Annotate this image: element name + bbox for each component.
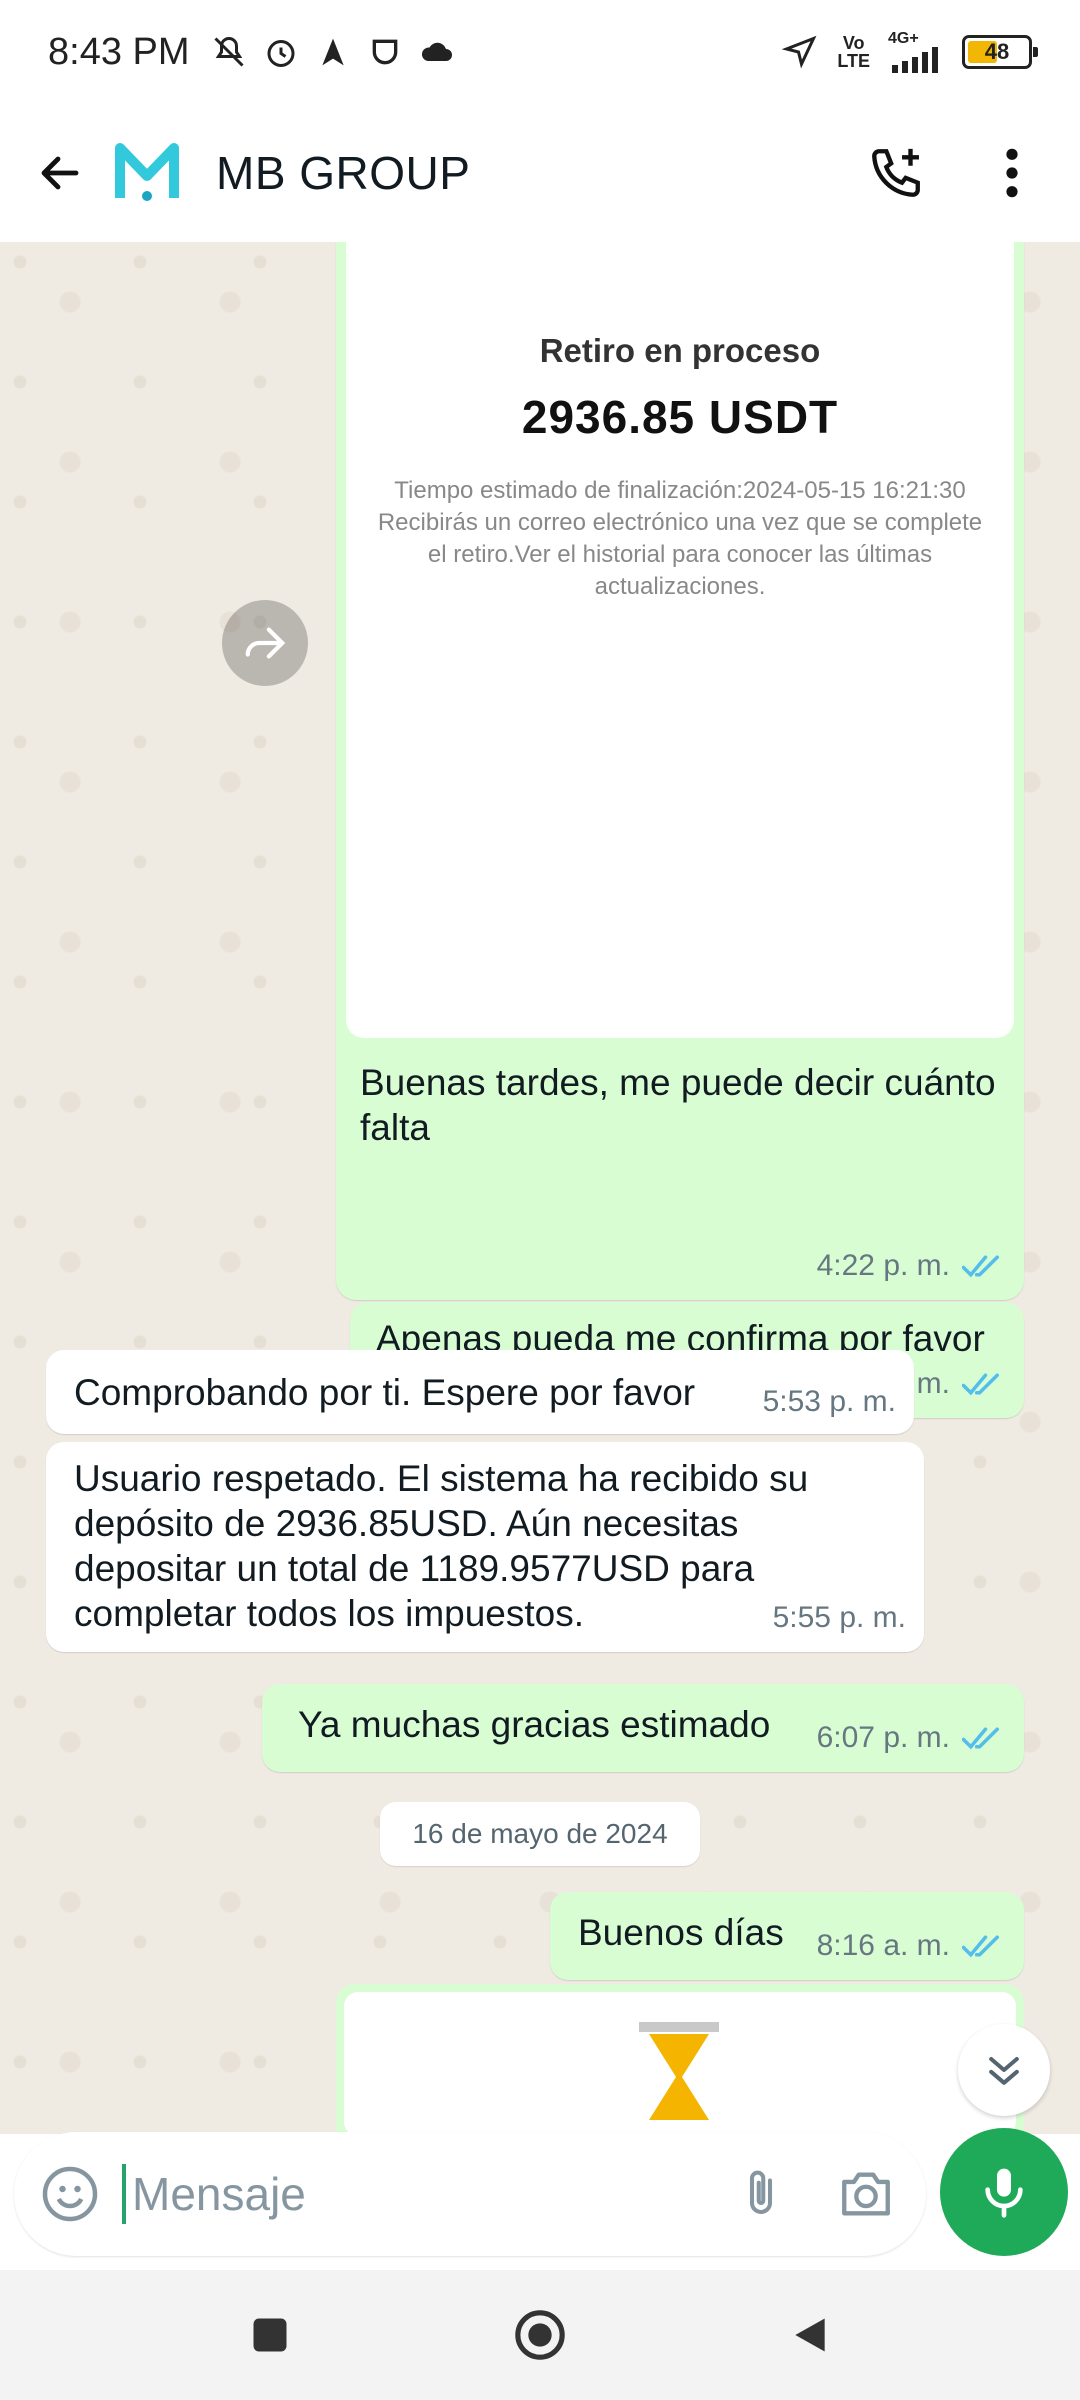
contact-name[interactable]: MB GROUP bbox=[216, 146, 470, 200]
date-separator: 16 de mayo de 2024 bbox=[380, 1802, 700, 1866]
signal-icon bbox=[892, 47, 938, 73]
system-nav-bar bbox=[0, 2270, 1080, 2400]
more-vertical-icon bbox=[1006, 148, 1018, 198]
microphone-icon bbox=[985, 2168, 1023, 2218]
message-bubble[interactable]: Usuario respetado. El sistema ha recibid… bbox=[46, 1442, 924, 1652]
message-bubble[interactable]: Comprobando por ti. Espere por favor 5:5… bbox=[46, 1350, 914, 1434]
message-bubble[interactable]: Buenos días 8:16 a. m. bbox=[550, 1892, 1024, 1980]
status-bar: 8:43 PM Vo LTE 4G+ 48 bbox=[0, 0, 1080, 104]
message-time: 5:53 p. m. bbox=[762, 1385, 896, 1418]
back-button[interactable] bbox=[20, 133, 100, 213]
recents-button[interactable] bbox=[235, 2300, 305, 2370]
phone-plus-icon bbox=[872, 148, 920, 197]
voice-message-button[interactable] bbox=[940, 2128, 1068, 2256]
status-left: 8:43 PM bbox=[48, 31, 456, 74]
chat-header: MB GROUP bbox=[0, 104, 1080, 242]
volte-bottom: LTE bbox=[837, 51, 870, 71]
message-composer bbox=[14, 2132, 926, 2256]
camera-button[interactable] bbox=[832, 2156, 900, 2232]
loading-image-message[interactable] bbox=[336, 1984, 1024, 2134]
arrow-left-icon bbox=[41, 156, 79, 190]
withdrawal-screenshot[interactable]: Retiro en proceso 2936.85 USDT Tiempo es… bbox=[346, 242, 1014, 1038]
paperclip-icon bbox=[750, 2170, 773, 2215]
message-meta: 8:16 a. m. bbox=[817, 1923, 1006, 1968]
message-text: Comprobando por ti. Espere por favor bbox=[74, 1372, 696, 1413]
signal-group: 4G+ bbox=[888, 31, 944, 73]
double-chevron-down-icon bbox=[989, 2056, 1019, 2085]
message-time: 8:16 a. m. bbox=[816, 1929, 950, 1962]
double-check-icon bbox=[962, 1372, 999, 1395]
mute-icon bbox=[210, 33, 248, 71]
forward-button[interactable] bbox=[222, 600, 308, 686]
circle-icon bbox=[515, 2310, 565, 2360]
message-input[interactable] bbox=[122, 2164, 730, 2224]
scroll-to-bottom-button[interactable] bbox=[958, 2024, 1050, 2116]
more-options-button[interactable] bbox=[974, 135, 1050, 211]
message-meta: 5:53 p. m. bbox=[763, 1379, 896, 1424]
navigation-icon bbox=[314, 33, 352, 71]
attach-button[interactable] bbox=[730, 2156, 792, 2232]
message-time: 6:07 p. m. bbox=[816, 1721, 950, 1754]
double-check-icon bbox=[962, 1726, 999, 1749]
header-actions bbox=[858, 135, 1050, 211]
withdrawal-note: Tiempo estimado de finalización:2024-05-… bbox=[377, 477, 983, 600]
emoji-button[interactable] bbox=[40, 2162, 100, 2226]
message-time: 4:22 p. m. bbox=[816, 1249, 950, 1282]
add-call-button[interactable] bbox=[858, 135, 934, 211]
volte-indicator: Vo LTE bbox=[837, 34, 870, 70]
message-text: Usuario respetado. El sistema ha recibid… bbox=[74, 1458, 809, 1634]
message-text: Buenas tardes, me puede decir cuánto fal… bbox=[360, 1062, 996, 1148]
battery-level: 48 bbox=[984, 39, 1010, 64]
triangle-back-icon bbox=[795, 2318, 825, 2352]
status-right: Vo LTE 4G+ 48 bbox=[781, 31, 1038, 73]
location-icon bbox=[781, 33, 819, 71]
message-meta: 6:07 p. m. bbox=[817, 1715, 1006, 1760]
cloud-icon bbox=[418, 33, 456, 71]
loading-image bbox=[344, 1992, 1016, 2134]
battery-icon: 48 bbox=[962, 35, 1038, 69]
withdrawal-title: Retiro en proceso bbox=[539, 332, 821, 369]
message-text: Ya muchas gracias estimado bbox=[298, 1704, 771, 1745]
back-nav-button[interactable] bbox=[775, 2300, 845, 2370]
status-time: 8:43 PM bbox=[48, 30, 190, 73]
emoji-icon bbox=[42, 2166, 98, 2222]
chat-area[interactable]: Retiro en proceso 2936.85 USDT Tiempo es… bbox=[0, 242, 1080, 2134]
double-check-icon bbox=[962, 1934, 999, 1957]
message-text: Buenos días bbox=[578, 1912, 784, 1953]
volte-top: Vo bbox=[842, 33, 865, 53]
group-logo-icon bbox=[115, 143, 179, 201]
message-meta: 4:22 p. m. bbox=[817, 1243, 1006, 1288]
withdrawal-amount: 2936.85 USDT bbox=[521, 391, 839, 443]
shield-status-icon bbox=[366, 33, 404, 71]
network-type: 4G+ bbox=[888, 30, 919, 47]
message-time: 5:55 p. m. bbox=[772, 1601, 906, 1634]
avatar[interactable] bbox=[108, 134, 186, 212]
hourglass-icon bbox=[639, 2022, 719, 2120]
message-bubble[interactable]: Ya muchas gracias estimado 6:07 p. m. bbox=[262, 1684, 1024, 1772]
alarm-icon bbox=[262, 33, 300, 71]
forward-icon bbox=[245, 627, 286, 659]
double-check-icon bbox=[962, 1254, 999, 1277]
camera-icon bbox=[842, 2172, 891, 2216]
square-icon bbox=[253, 2318, 287, 2352]
image-message[interactable]: Retiro en proceso 2936.85 USDT Tiempo es… bbox=[336, 242, 1024, 1300]
message-meta: 5:55 p. m. bbox=[773, 1595, 906, 1640]
home-button[interactable] bbox=[505, 2300, 575, 2370]
